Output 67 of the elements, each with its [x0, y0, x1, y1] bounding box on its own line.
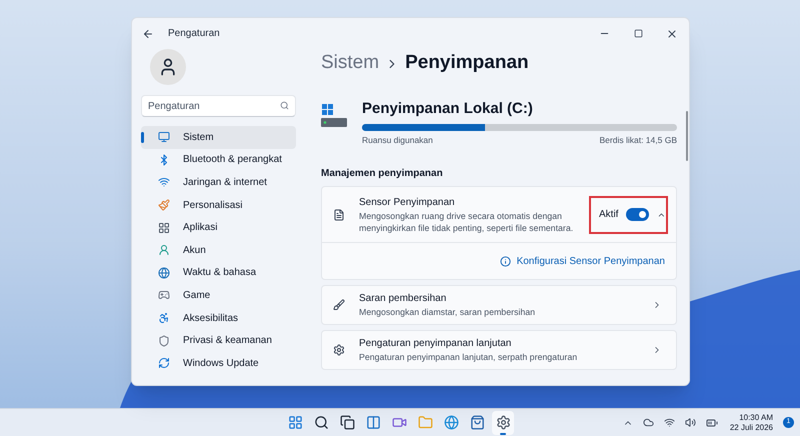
section-title: Manajemen penyimpanan — [321, 167, 444, 182]
video-chat-icon — [392, 415, 406, 430]
sensor-description: Mengosongkan ruang drive secara otomatis dengan menyingkirkan file tidak penting, seperti file sementara. — [359, 210, 574, 234]
person-icon — [158, 244, 170, 256]
sidebar-item[interactable]: Sistem — [141, 126, 296, 149]
free-label: Berdis likat: 14,5 GB — [600, 134, 677, 146]
sidebar-item[interactable]: Bluetooth & perangkat — [141, 148, 296, 172]
monitor-icon — [158, 131, 170, 144]
volume-icon[interactable] — [684, 417, 696, 428]
windows-icon — [340, 415, 354, 430]
browser-icon — [444, 415, 458, 430]
widgets-icon — [366, 415, 380, 430]
back-icon[interactable] — [142, 28, 154, 40]
row-description: Pengaturan penyimpanan lanjutan, serpath prengaturan — [359, 351, 578, 364]
apps-icon — [158, 222, 170, 234]
window-title: Pengaturan — [168, 27, 220, 41]
sidebar-item[interactable]: Aplikasi — [141, 216, 296, 239]
used-label: Ruansu digunakan — [362, 134, 433, 146]
sidebar-item[interactable]: Akun — [141, 238, 296, 262]
sidebar-item[interactable]: Windows Update — [141, 352, 296, 375]
toggle-switch[interactable] — [626, 208, 650, 222]
brush-icon — [158, 199, 170, 212]
sidebar-item[interactable]: Game — [141, 284, 296, 307]
breadcrumb-parent[interactable]: Sistem — [321, 49, 380, 78]
sidebar-item[interactable]: Personalisasi — [141, 194, 296, 216]
sensor-title: Sensor Penyimpanan — [359, 196, 456, 210]
clock-time[interactable]: 10:30 AM — [739, 412, 773, 422]
sidebar-item[interactable]: Aksesibilitas — [141, 306, 296, 330]
battery-icon[interactable] — [706, 416, 718, 428]
drive-name: Penyimpanan Lokal (C:) — [362, 99, 534, 119]
toggle-label: Aktif — [599, 208, 618, 222]
cloud-icon[interactable] — [642, 417, 654, 428]
configure-link[interactable]: Konfigurasi Sensor Penyimpanan — [500, 254, 665, 269]
settings-icon — [496, 415, 510, 430]
sidebar-item[interactable]: Jaringan & internet — [141, 171, 296, 194]
store-icon — [470, 415, 484, 430]
drive-icon — [321, 104, 347, 128]
scrollbar[interactable] — [686, 111, 688, 161]
bluetooth-icon — [158, 154, 170, 166]
refresh-icon — [158, 357, 170, 370]
info-icon — [500, 256, 511, 267]
folder-icon — [418, 415, 432, 430]
avatar — [150, 49, 186, 85]
page-title: Penyimpanan — [405, 51, 529, 76]
search-field[interactable]: Pengaturan — [141, 95, 296, 117]
sidebar-item[interactable]: Waktu & bahasa — [141, 262, 296, 284]
settings-row[interactable]: Pengaturan penyimpanan lanjutan Pengaturan penyimpanan lanjutan, serpath prengaturan — [321, 330, 677, 370]
accessibility-icon — [158, 312, 170, 324]
gamepad-icon — [158, 289, 170, 302]
search-icon — [314, 415, 328, 430]
search-icon — [280, 101, 289, 110]
document-icon — [333, 208, 345, 221]
maximize-icon — [634, 29, 642, 38]
broom-icon — [333, 299, 345, 312]
taskbar-app[interactable] — [492, 410, 514, 434]
row-title: Pengaturan penyimpanan lanjutan — [359, 337, 512, 352]
settings-icon — [333, 344, 345, 356]
wifi-icon[interactable] — [664, 417, 675, 428]
globe-icon — [158, 266, 170, 279]
shield-icon — [158, 334, 170, 347]
sidebar-item[interactable]: Privasi & keamanan — [141, 329, 296, 352]
close-icon — [666, 28, 678, 40]
clock-date[interactable]: 22 Juli 2026 — [730, 422, 773, 432]
row-title: Saran pembersihan — [359, 292, 448, 306]
settings-row[interactable]: Saran pembersihan Mengosongkan diamstar, saran pembersihan — [321, 285, 677, 326]
start-icon — [288, 415, 302, 430]
row-description: Mengosongkan diamstar, saran pembersihan — [359, 306, 536, 320]
